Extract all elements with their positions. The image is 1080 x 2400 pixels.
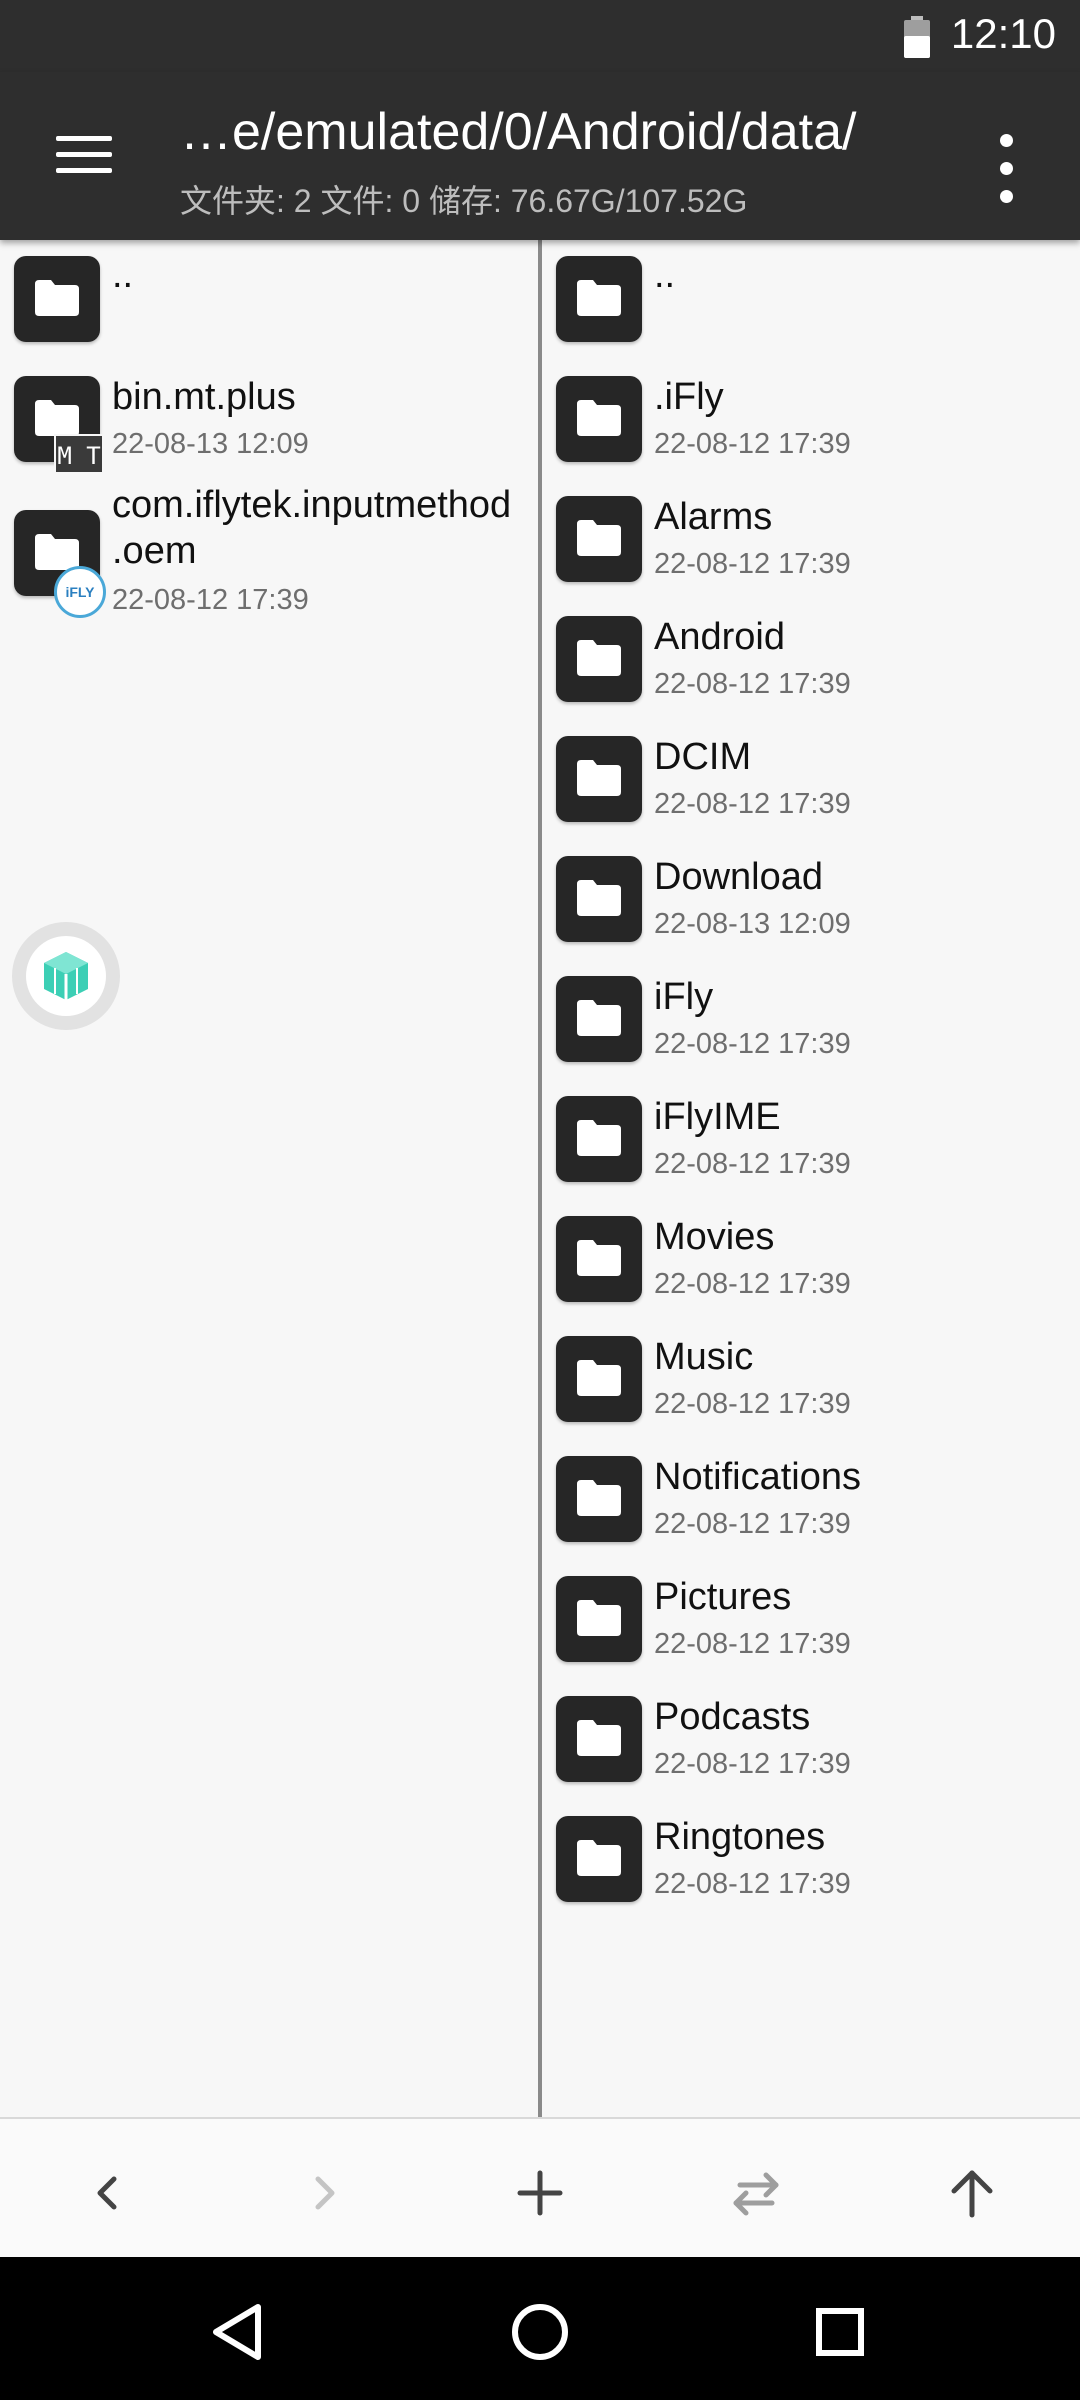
item-name: Ringtones (654, 1816, 826, 1858)
folder-icon (556, 256, 642, 342)
arrow-up-icon (951, 2170, 993, 2218)
square-recents-icon (816, 2308, 864, 2356)
ifly-app-badge-icon: iFLY (54, 566, 106, 618)
item-date: 22-08-12 17:39 (654, 548, 851, 580)
list-item[interactable]: Pictures 22-08-12 17:39 (542, 1560, 1080, 1680)
menu-icon[interactable] (40, 112, 128, 200)
folder-icon (556, 1096, 642, 1182)
item-name: Pictures (654, 1576, 792, 1618)
folder-icon (556, 856, 642, 942)
item-date: 22-08-12 17:39 (112, 584, 309, 616)
item-name: Notifications (654, 1456, 861, 1498)
plus-icon (517, 2170, 563, 2216)
up-directory-button[interactable] (924, 2145, 1020, 2241)
list-item[interactable]: Music 22-08-12 17:39 (542, 1320, 1080, 1440)
item-name: .. (654, 254, 676, 296)
item-date: 22-08-12 17:39 (654, 788, 851, 820)
floating-action-button[interactable] (12, 922, 120, 1030)
folder-icon (556, 976, 642, 1062)
item-date: 22-08-12 17:39 (654, 1268, 851, 1300)
more-options-icon[interactable] (976, 124, 1040, 214)
item-date: 22-08-13 12:09 (654, 908, 851, 940)
list-item[interactable]: iFlyIME 22-08-12 17:39 (542, 1080, 1080, 1200)
list-item[interactable]: Podcasts 22-08-12 17:39 (542, 1680, 1080, 1800)
right-pane[interactable]: .. .iFly 22-08-12 17:39 Alarms 22-08-12 17:… (542, 240, 1080, 2117)
nav-recents-button[interactable] (795, 2287, 885, 2377)
item-date: 22-08-13 12:09 (112, 428, 309, 460)
item-name: .iFly (654, 376, 724, 418)
item-name: Podcasts (654, 1696, 811, 1738)
folder-icon (556, 1456, 642, 1542)
current-path[interactable]: …e/emulated/0/Android/data/ (180, 102, 940, 162)
folder-icon (556, 736, 642, 822)
folder-icon (556, 496, 642, 582)
list-item[interactable]: DCIM 22-08-12 17:39 (542, 720, 1080, 840)
list-item-parent[interactable]: .. (0, 240, 540, 360)
item-date: 22-08-12 17:39 (654, 1748, 851, 1780)
forward-button[interactable] (276, 2145, 372, 2241)
app-bar: …e/emulated/0/Android/data/ 文件夹: 2 文件: 0… (0, 72, 1080, 240)
swap-panes-button[interactable] (708, 2145, 804, 2241)
item-date: 22-08-12 17:39 (654, 1028, 851, 1060)
circle-home-icon (512, 2304, 568, 2360)
item-date: 22-08-12 17:39 (654, 1628, 851, 1660)
list-item[interactable]: iFLY com.iflytek.inputmethod .oem 22-08-… (0, 480, 540, 644)
item-name: bin.mt.plus (112, 376, 296, 418)
item-name: Music (654, 1336, 754, 1378)
swap-icon (733, 2172, 779, 2216)
system-nav-bar (0, 2257, 1080, 2400)
folder-icon (556, 376, 642, 462)
list-item[interactable]: Ringtones 22-08-12 17:39 (542, 1800, 1080, 1920)
folder-icon (556, 1816, 642, 1902)
list-item[interactable]: Download 22-08-13 12:09 (542, 840, 1080, 960)
folder-icon: iFLY (14, 510, 106, 618)
item-date: 22-08-12 17:39 (654, 1388, 851, 1420)
folder-icon (556, 1696, 642, 1782)
item-name: iFly (654, 976, 714, 1018)
nav-home-button[interactable] (495, 2287, 585, 2377)
folder-icon (556, 1216, 642, 1302)
item-date: 22-08-12 17:39 (654, 1508, 851, 1540)
chevron-left-icon (97, 2176, 117, 2210)
triangle-back-icon (213, 2304, 261, 2360)
list-item[interactable]: M T bin.mt.plus 22-08-13 12:09 (0, 360, 540, 480)
folder-icon (556, 616, 642, 702)
list-item[interactable]: iFly 22-08-12 17:39 (542, 960, 1080, 1080)
item-name: Download (654, 856, 823, 898)
item-name: .. (112, 254, 134, 296)
chevron-right-icon (315, 2176, 335, 2210)
folder-icon (14, 256, 100, 342)
list-item-parent[interactable]: .. (542, 240, 1080, 360)
item-name: Android (654, 616, 785, 658)
item-date: 22-08-12 17:39 (654, 428, 851, 460)
nav-back-button[interactable] (196, 2287, 286, 2377)
folder-icon (556, 1576, 642, 1662)
list-item[interactable]: Alarms 22-08-12 17:39 (542, 480, 1080, 600)
battery-icon (904, 16, 930, 58)
bottom-toolbar (0, 2117, 1080, 2257)
list-item[interactable]: Movies 22-08-12 17:39 (542, 1200, 1080, 1320)
item-date: 22-08-12 17:39 (654, 1868, 851, 1900)
item-name-line1: com.iflytek.inputmethod (112, 484, 512, 526)
cube-icon (44, 952, 88, 1000)
add-button[interactable] (492, 2145, 588, 2241)
folder-icon: M T (14, 376, 104, 474)
mt-app-badge-icon: M T (54, 434, 104, 474)
list-item[interactable]: Notifications 22-08-12 17:39 (542, 1440, 1080, 1560)
item-name: iFlyIME (654, 1096, 781, 1138)
list-item[interactable]: .iFly 22-08-12 17:39 (542, 360, 1080, 480)
list-item[interactable]: Android 22-08-12 17:39 (542, 600, 1080, 720)
back-button[interactable] (60, 2145, 156, 2241)
item-name-line2: .oem (112, 530, 197, 572)
folder-icon (556, 1336, 642, 1422)
clock: 12:10 (950, 10, 1056, 57)
storage-stats: 文件夹: 2 文件: 0 储存: 76.67G/107.52G (180, 183, 748, 219)
item-date: 22-08-12 17:39 (654, 1148, 851, 1180)
item-name: Alarms (654, 496, 773, 538)
item-name: Movies (654, 1216, 775, 1258)
left-pane[interactable]: .. M T bin.mt.plus 22-08-13 12:09 iFLY c… (0, 240, 540, 2117)
item-name: DCIM (654, 736, 752, 778)
status-bar: 12:10 (0, 0, 1080, 72)
item-date: 22-08-12 17:39 (654, 668, 851, 700)
